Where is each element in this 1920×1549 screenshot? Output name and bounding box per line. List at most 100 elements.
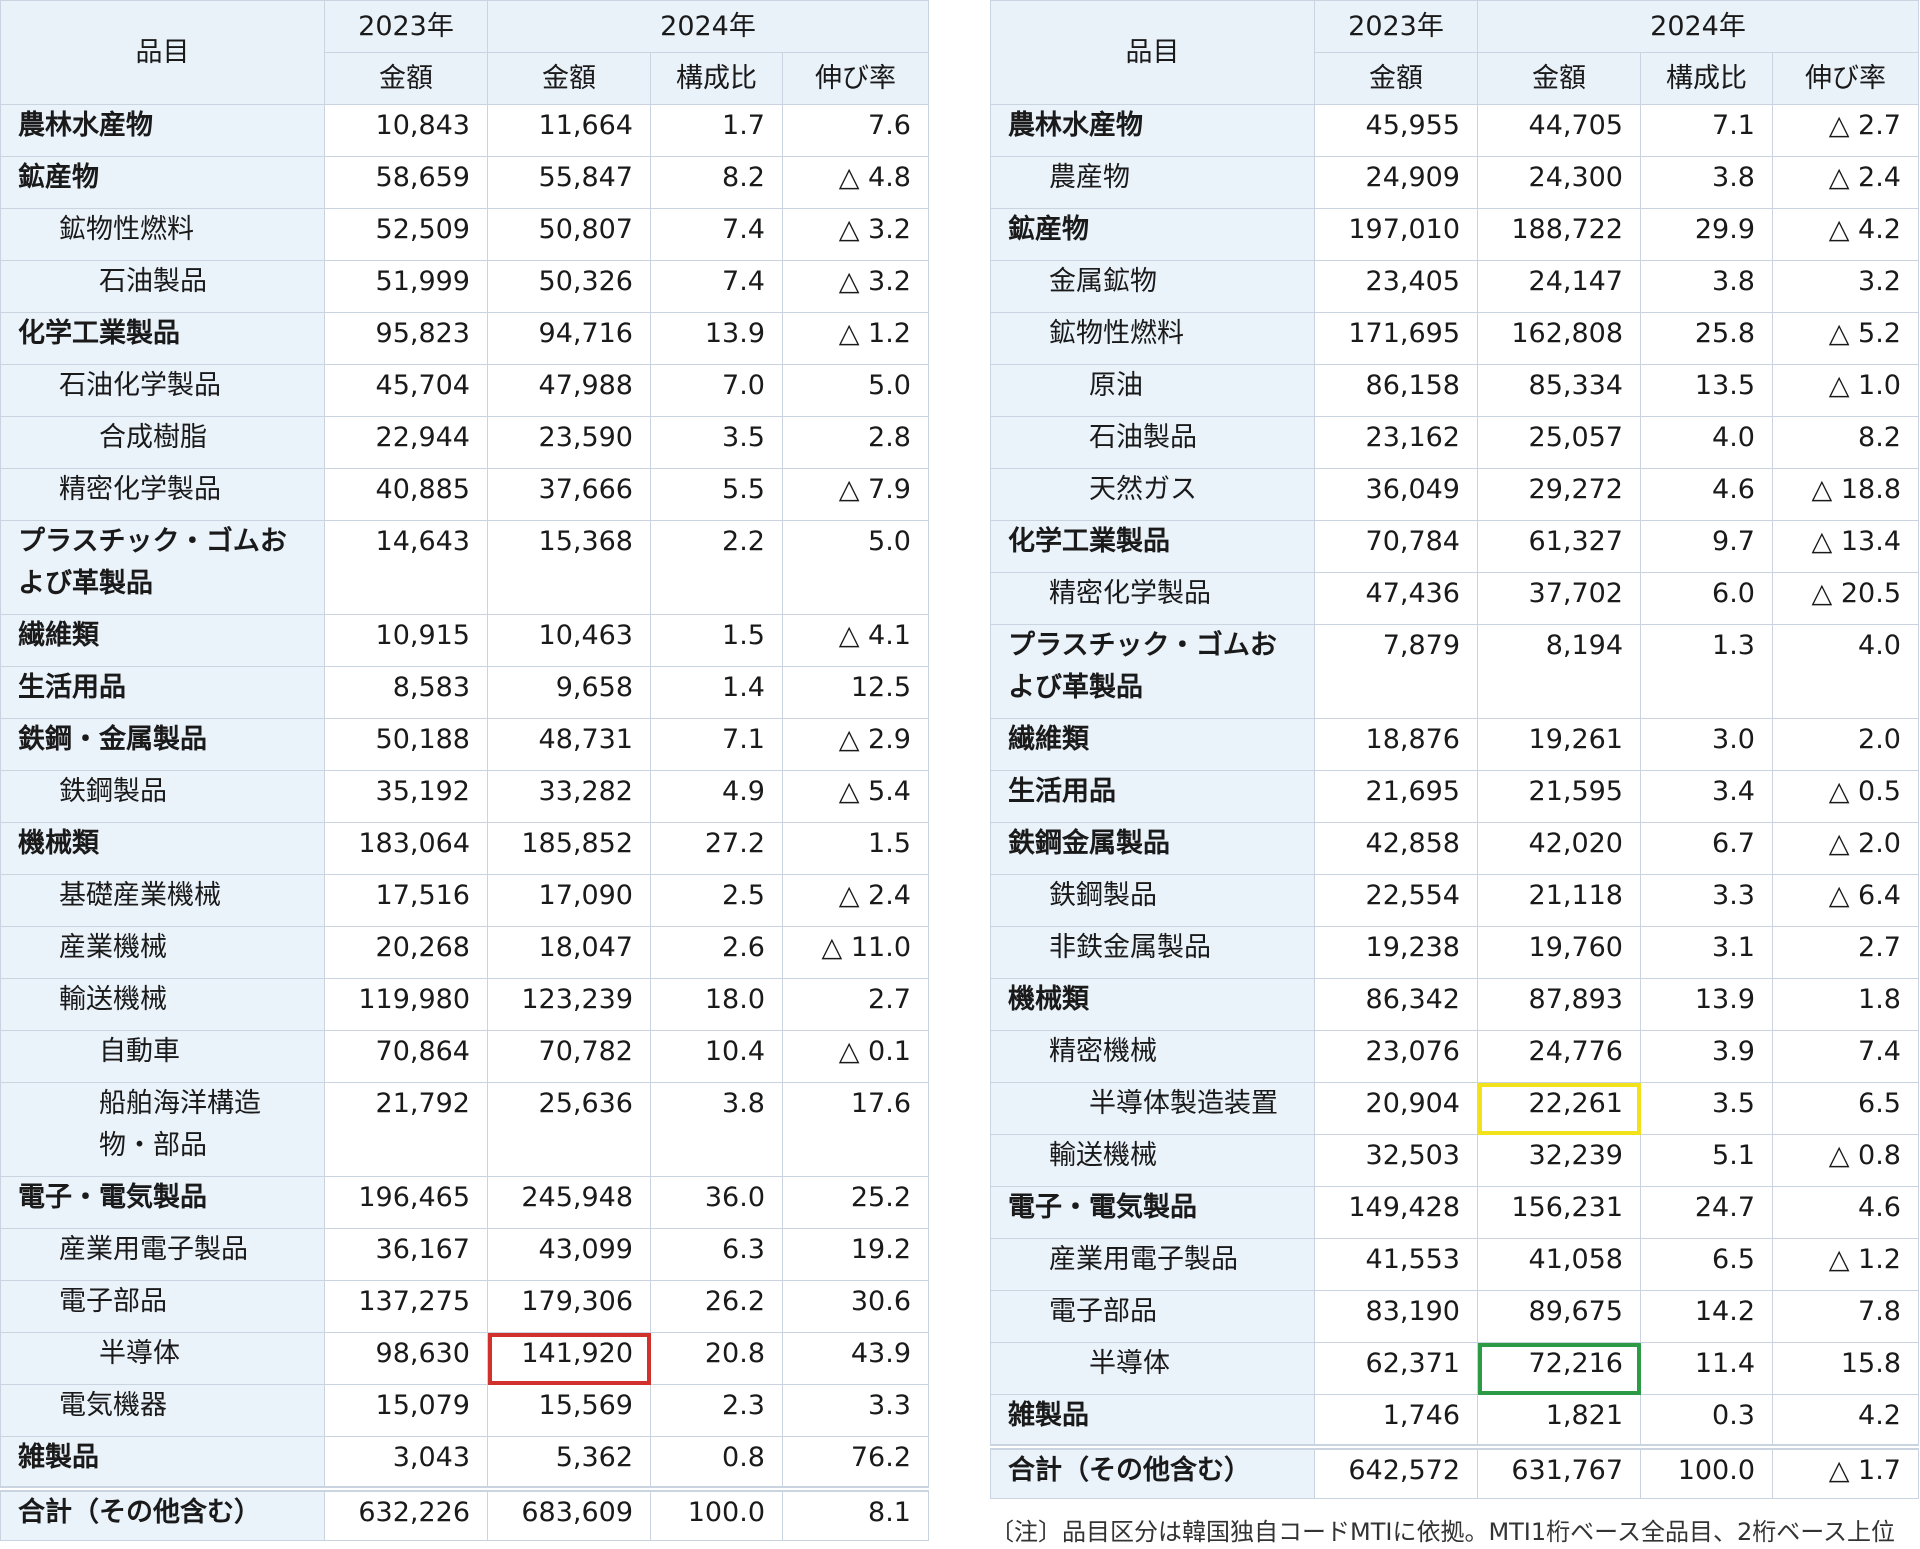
amount-2023-cell: 10,915	[324, 614, 488, 667]
amount-2024-cell: 29,272	[1477, 468, 1641, 521]
amount-2023-cell: 197,010	[1314, 208, 1478, 261]
amount-2023-cell: 32,503	[1314, 1134, 1478, 1187]
share-cell: 3.0	[1640, 718, 1773, 771]
total-amount-2024-cell: 683,609	[487, 1485, 651, 1541]
amount-2024-cell: 44,705	[1477, 104, 1641, 157]
share-cell: 14.2	[1640, 1290, 1773, 1343]
item-name-cell: 農産物	[990, 156, 1315, 209]
header-amount-2023: 金額	[324, 52, 488, 105]
amount-2024-cell: 156,231	[1477, 1186, 1641, 1239]
amount-2023-cell: 14,643	[324, 520, 488, 615]
item-name-cell: 鉱産物	[990, 208, 1315, 261]
amount-2023-cell: 171,695	[1314, 312, 1478, 365]
share-cell: 6.3	[650, 1228, 783, 1281]
table-row: 半導体製造装置 20,904 22,261 3.5 6.5	[990, 1082, 1919, 1135]
growth-cell: 5.0	[782, 364, 929, 417]
amount-2024-cell: 18,047	[487, 926, 651, 979]
item-name-cell: 鉱物性燃料	[990, 312, 1315, 365]
amount-2024-cell: 72,216	[1477, 1342, 1641, 1395]
growth-cell: △ 4.2	[1772, 208, 1919, 261]
item-name-cell: プラスチック・ゴムおよび革製品	[0, 520, 325, 615]
amount-2023-cell: 62,371	[1314, 1342, 1478, 1395]
share-cell: 7.1	[650, 718, 783, 771]
item-name-cell: 金属鉱物	[990, 260, 1315, 313]
amount-2024-cell: 245,948	[487, 1176, 651, 1229]
amount-2024-cell: 11,664	[487, 104, 651, 157]
item-name-cell: 雑製品	[0, 1436, 325, 1489]
growth-cell: △ 6.4	[1772, 874, 1919, 927]
amount-2023-cell: 86,342	[1314, 978, 1478, 1031]
amount-2023-cell: 42,858	[1314, 822, 1478, 875]
amount-2024-cell: 179,306	[487, 1280, 651, 1333]
share-cell: 10.4	[650, 1030, 783, 1083]
table-row: 農林水産物 45,955 44,705 7.1 △ 2.7	[990, 104, 1919, 157]
amount-2024-cell: 37,702	[1477, 572, 1641, 625]
table-row: 石油製品 51,999 50,326 7.4 △ 3.2	[0, 260, 929, 313]
amount-2023-cell: 23,405	[1314, 260, 1478, 313]
item-name-cell: 電子・電気製品	[0, 1176, 325, 1229]
amount-2023-cell: 45,955	[1314, 104, 1478, 157]
amount-2024-cell: 9,658	[487, 666, 651, 719]
amount-2024-cell: 94,716	[487, 312, 651, 365]
table-row: 鉱産物 197,010 188,722 29.9 △ 4.2	[990, 208, 1919, 261]
amount-2024-cell: 123,239	[487, 978, 651, 1031]
share-cell: 6.0	[1640, 572, 1773, 625]
table-row: 農林水産物 10,843 11,664 1.7 7.6	[0, 104, 929, 157]
growth-cell: 3.3	[782, 1384, 929, 1437]
total-amount-2023-cell: 632,226	[324, 1485, 488, 1541]
amount-2024-cell: 85,334	[1477, 364, 1641, 417]
table-row: 雑製品 3,043 5,362 0.8 76.2	[0, 1436, 929, 1489]
growth-cell: △ 1.2	[782, 312, 929, 365]
header-share: 構成比	[1640, 52, 1773, 105]
table-row: 船舶海洋構造物・部品 21,792 25,636 3.8 17.6	[0, 1082, 929, 1177]
total-share-cell: 100.0	[1640, 1443, 1773, 1499]
amount-2024-cell: 43,099	[487, 1228, 651, 1281]
share-cell: 13.9	[1640, 978, 1773, 1031]
amount-2024-cell: 70,782	[487, 1030, 651, 1083]
growth-cell: △ 4.1	[782, 614, 929, 667]
amount-2023-cell: 21,695	[1314, 770, 1478, 823]
share-cell: 3.1	[1640, 926, 1773, 979]
share-cell: 7.0	[650, 364, 783, 417]
growth-cell: 5.0	[782, 520, 929, 615]
amount-2024-cell: 1,821	[1477, 1394, 1641, 1447]
amount-2024-cell: 47,988	[487, 364, 651, 417]
share-cell: 4.9	[650, 770, 783, 823]
growth-cell: △ 20.5	[1772, 572, 1919, 625]
growth-cell: 4.0	[1772, 624, 1919, 719]
table-row: 機械類 86,342 87,893 13.9 1.8	[990, 978, 1919, 1031]
share-cell: 5.5	[650, 468, 783, 521]
amount-2024-cell: 21,595	[1477, 770, 1641, 823]
amount-2023-cell: 8,583	[324, 666, 488, 719]
amount-2023-cell: 95,823	[324, 312, 488, 365]
item-name-cell: 電子・電気製品	[990, 1186, 1315, 1239]
item-name-cell: 合成樹脂	[0, 416, 325, 469]
table-row: 精密化学製品 47,436 37,702 6.0 △ 20.5	[990, 572, 1919, 625]
amount-2024-cell: 17,090	[487, 874, 651, 927]
share-cell: 7.4	[650, 260, 783, 313]
table-row: 鉱物性燃料 171,695 162,808 25.8 △ 5.2	[990, 312, 1919, 365]
table-row: 精密化学製品 40,885 37,666 5.5 △ 7.9	[0, 468, 929, 521]
item-name-cell: 産業用電子製品	[0, 1228, 325, 1281]
amount-2023-cell: 20,268	[324, 926, 488, 979]
growth-cell: 2.0	[1772, 718, 1919, 771]
table-row: 基礎産業機械 17,516 17,090 2.5 △ 2.4	[0, 874, 929, 927]
amount-2024-cell: 10,463	[487, 614, 651, 667]
growth-cell: 2.8	[782, 416, 929, 469]
item-name-cell: 繊維類	[990, 718, 1315, 771]
growth-cell: 15.8	[1772, 1342, 1919, 1395]
amount-2023-cell: 41,553	[1314, 1238, 1478, 1291]
amount-2024-cell: 25,636	[487, 1082, 651, 1177]
header-growth: 伸び率	[782, 52, 929, 105]
table-row: 機械類 183,064 185,852 27.2 1.5	[0, 822, 929, 875]
growth-cell: 4.2	[1772, 1394, 1919, 1447]
item-name-cell: 化学工業製品	[0, 312, 325, 365]
table-row: 生活用品 21,695 21,595 3.4 △ 0.5	[990, 770, 1919, 823]
growth-cell: 8.2	[1772, 416, 1919, 469]
table-row: 半導体 62,371 72,216 11.4 15.8	[990, 1342, 1919, 1395]
amount-2023-cell: 21,792	[324, 1082, 488, 1177]
item-name-cell: 鉱産物	[0, 156, 325, 209]
item-name-cell: 雑製品	[990, 1394, 1315, 1447]
table-row: 天然ガス 36,049 29,272 4.6 △ 18.8	[990, 468, 1919, 521]
amount-2023-cell: 196,465	[324, 1176, 488, 1229]
